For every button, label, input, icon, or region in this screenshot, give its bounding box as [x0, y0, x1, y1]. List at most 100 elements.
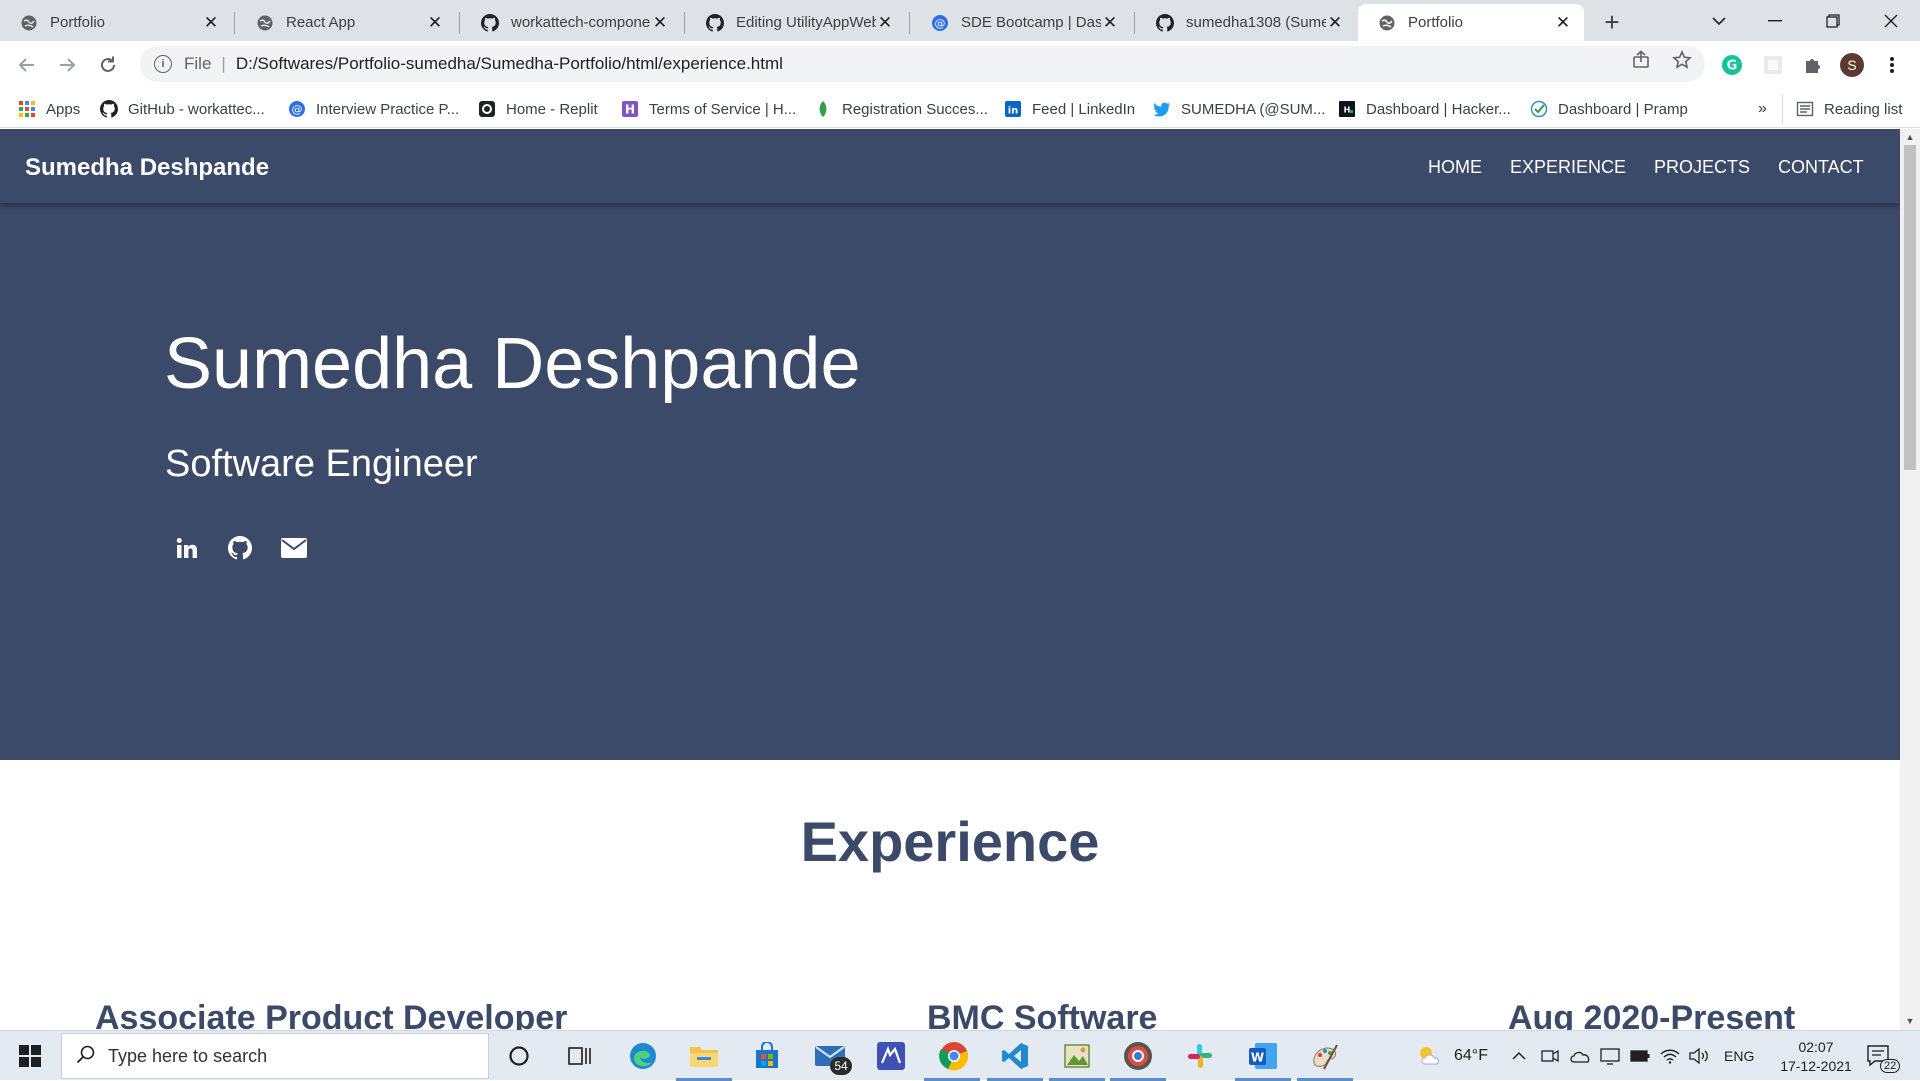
bookmark-hackerearth[interactable]: H Terms of Service | H...	[621, 98, 796, 120]
bookmark-star-icon[interactable]	[1672, 50, 1692, 70]
slack-icon[interactable]	[1183, 1039, 1217, 1073]
tab-sde-bootcamp[interactable]: @ SDE Bootcamp | Dash ✕	[911, 4, 1131, 41]
info-icon[interactable]: i	[154, 55, 172, 73]
minimize-button[interactable]	[1750, 0, 1800, 41]
close-tab-icon[interactable]: ✕	[651, 13, 669, 32]
nav-projects-link[interactable]: PROJECTS	[1654, 157, 1750, 178]
nav-experience-link[interactable]: EXPERIENCE	[1510, 157, 1626, 178]
envelope-icon[interactable]	[279, 533, 309, 563]
weather-widget[interactable]: 64°F	[1416, 1031, 1488, 1081]
tab-react-app[interactable]: React App ✕	[236, 4, 456, 41]
chrome-canary-icon[interactable]	[1121, 1039, 1155, 1073]
cortana-icon[interactable]	[502, 1039, 536, 1073]
nav-home-link[interactable]: HOME	[1428, 157, 1482, 178]
battery-icon[interactable]	[1630, 1031, 1650, 1081]
onedrive-icon[interactable]	[1569, 1031, 1591, 1081]
tab-workattech[interactable]: workattech-compone ✕	[461, 4, 681, 41]
kebab-menu-icon[interactable]	[1880, 53, 1904, 77]
experience-title: Associate Product Developer	[95, 999, 568, 1030]
vscode-icon[interactable]	[998, 1039, 1032, 1073]
tab-search-icon[interactable]	[1694, 0, 1744, 41]
bookmark-registration[interactable]: Registration Succes...	[814, 98, 988, 120]
bookmark-twitter[interactable]: SUMEDHA (@SUM...	[1153, 98, 1325, 120]
image-viewer-icon[interactable]	[1060, 1039, 1094, 1073]
notifications-icon[interactable]: 22	[1866, 1031, 1901, 1081]
extension-icon[interactable]	[1761, 53, 1785, 77]
bookmark-interview-practice[interactable]: @ Interview Practice P...	[288, 98, 459, 120]
clock[interactable]: 02:07 17-12-2021	[1768, 1031, 1864, 1081]
globe-icon	[1378, 14, 1396, 32]
site-brand[interactable]: Sumedha Deshpande	[25, 154, 269, 182]
task-view-icon[interactable]	[563, 1039, 597, 1073]
word-icon[interactable]: W	[1246, 1039, 1280, 1073]
reload-button[interactable]	[94, 51, 122, 79]
browser-toolbar: i File | D:/Softwares/Portfolio-sumedha/…	[0, 41, 1920, 89]
linkedin-icon[interactable]	[172, 533, 202, 563]
weather-temperature: 64°F	[1454, 1047, 1488, 1064]
chrome-icon[interactable]	[937, 1039, 971, 1073]
close-tab-icon[interactable]: ✕	[426, 13, 444, 32]
hackerearth-icon: H	[621, 100, 639, 118]
address-bar[interactable]: i File | D:/Softwares/Portfolio-sumedha/…	[140, 46, 1705, 82]
close-tab-icon[interactable]: ✕	[1554, 13, 1572, 32]
windows-taskbar: Type here to search 54 W 64°F ENG 02:07 …	[0, 1030, 1920, 1081]
tab-sumedha1308[interactable]: sumedha1308 (Sume ✕	[1136, 4, 1356, 41]
page-scrollbar[interactable]: ▲ ▼	[1900, 129, 1920, 1030]
close-tab-icon[interactable]: ✕	[202, 13, 220, 32]
bookmark-linkedin[interactable]: in Feed | LinkedIn	[1004, 98, 1135, 120]
close-tab-icon[interactable]: ✕	[1101, 13, 1119, 32]
share-icon[interactable]	[1631, 50, 1651, 70]
file-explorer-icon[interactable]	[687, 1039, 721, 1073]
url-text[interactable]: D:/Softwares/Portfolio-sumedha/Sumedha-P…	[236, 54, 783, 74]
new-tab-button[interactable]: +	[1598, 7, 1626, 37]
forward-button[interactable]	[53, 51, 81, 79]
paint-icon[interactable]	[1308, 1039, 1342, 1073]
at-icon: @	[931, 14, 949, 32]
bookmark-apps[interactable]: Apps	[18, 98, 80, 120]
bookmarks-overflow-button[interactable]: »	[1758, 98, 1767, 120]
github-icon	[1156, 13, 1174, 32]
scroll-up-arrow-icon[interactable]: ▲	[1905, 132, 1915, 142]
windows-start-icon[interactable]	[13, 1039, 47, 1073]
wifi-icon[interactable]	[1660, 1031, 1680, 1081]
close-tab-icon[interactable]: ✕	[1326, 13, 1344, 32]
github-icon	[706, 13, 724, 32]
replit-icon	[478, 100, 496, 118]
reading-list-button[interactable]: Reading list	[1796, 98, 1902, 120]
puzzle-extensions-icon[interactable]	[1801, 53, 1825, 77]
bookmark-hackerrank[interactable]: H Dashboard | Hacker...	[1338, 98, 1511, 120]
volume-icon[interactable]	[1689, 1031, 1711, 1081]
bookmark-github[interactable]: GitHub - workattec...	[100, 98, 265, 120]
tab-portfolio-active[interactable]: Portfolio ✕	[1358, 4, 1584, 41]
bookmark-pramp[interactable]: Dashboard | Pramp	[1530, 98, 1688, 120]
close-window-button[interactable]	[1866, 0, 1916, 41]
microsoft-store-icon[interactable]	[750, 1039, 784, 1073]
scrollbar-thumb[interactable]	[1904, 145, 1916, 470]
profile-avatar[interactable]: S	[1840, 53, 1864, 77]
nav-contact-link[interactable]: CONTACT	[1778, 157, 1864, 178]
grammarly-icon[interactable]: G	[1720, 53, 1744, 77]
github-icon[interactable]	[225, 533, 255, 563]
close-tab-icon[interactable]: ✕	[876, 13, 894, 32]
meet-now-icon[interactable]	[1541, 1031, 1559, 1081]
tab-editing-utilityapp[interactable]: Editing UtilityAppWeb ✕	[686, 4, 906, 41]
globe-icon	[256, 14, 274, 32]
planner-app-icon[interactable]	[874, 1039, 908, 1073]
tab-separator	[459, 12, 460, 34]
tab-portfolio-1[interactable]: Portfolio ✕	[0, 4, 232, 41]
url-scheme: File	[184, 54, 212, 73]
page-viewport: Sumedha Deshpande HOME EXPERIENCE PROJEC…	[0, 129, 1900, 1030]
edge-browser-icon[interactable]	[626, 1039, 660, 1073]
bookmark-replit[interactable]: Home - Replit	[478, 98, 598, 120]
svg-text:@: @	[292, 103, 303, 116]
notification-count: 22	[1880, 1059, 1901, 1073]
restore-button[interactable]	[1808, 0, 1858, 41]
scroll-down-arrow-icon[interactable]: ▼	[1905, 1016, 1915, 1026]
experience-company: BMC Software	[927, 999, 1158, 1030]
github-icon	[100, 100, 118, 118]
taskbar-search-box[interactable]: Type here to search	[61, 1033, 489, 1079]
back-button[interactable]	[13, 51, 41, 79]
input-language[interactable]: ENG	[1724, 1031, 1754, 1081]
show-hidden-icons-button[interactable]	[1512, 1031, 1526, 1081]
display-icon[interactable]	[1600, 1031, 1620, 1081]
